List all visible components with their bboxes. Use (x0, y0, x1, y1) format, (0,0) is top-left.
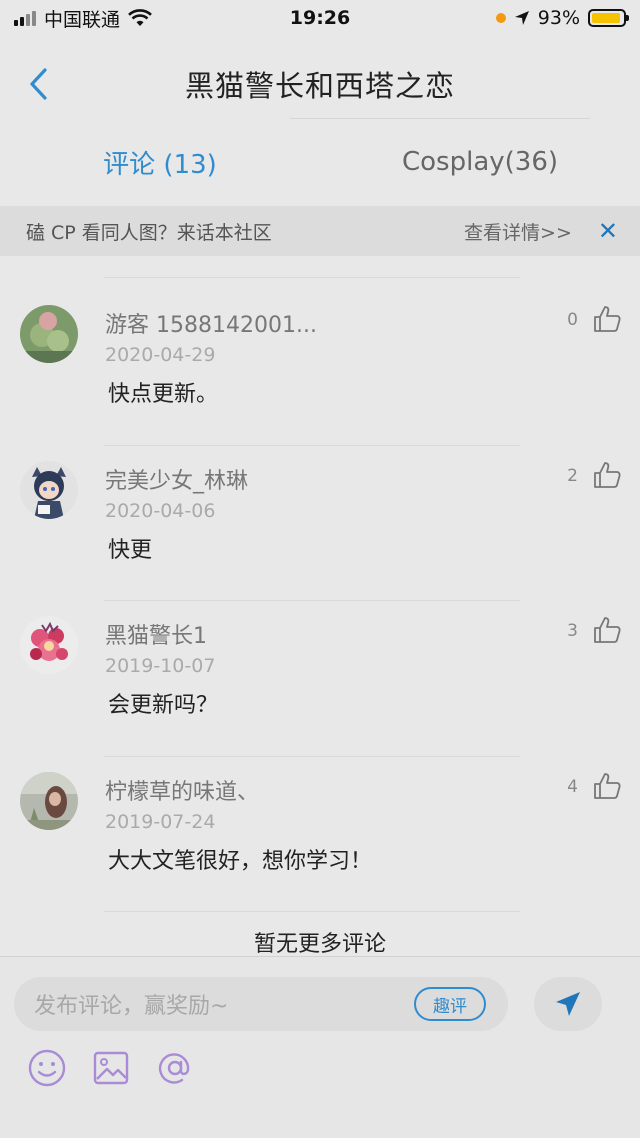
community-notice: 磕 CP 看同人图？来话本社区 查看详情>> ✕ (0, 206, 640, 256)
comment-item: 黑猫警长1 2019-10-07 会更新吗？ 3 (0, 601, 640, 757)
comment-item: 完美少女_林琳 2020-04-06 快更 2 (0, 446, 640, 601)
like-count: 2 (567, 465, 578, 486)
send-icon (556, 992, 580, 1016)
comment-date: 2020-04-06 (105, 499, 216, 522)
tab-bar: 评论 (13) Cosplay(36) (0, 130, 640, 194)
battery-icon (588, 9, 629, 27)
emoji-icon (28, 1049, 66, 1087)
recording-dot-icon (495, 13, 506, 23)
comment-item: 游客 1588142001... 2020-04-29 快点更新。 0 (0, 290, 640, 446)
like-count: 4 (567, 776, 578, 797)
comment-author[interactable]: 黑猫警长1 (105, 618, 207, 650)
comment-text: 大大文笔很好，想你学习！ (108, 848, 373, 874)
comment-text: 快更 (108, 537, 153, 563)
like-count: 0 (567, 310, 578, 330)
tab-comments[interactable]: 评论 (13) (0, 130, 320, 194)
comment-composer: 发布评论，赢奖励~ 趣评 (0, 956, 640, 1138)
carrier-label: 中国联通 (44, 8, 121, 31)
image-button[interactable] (90, 1047, 132, 1089)
nav-bar: 黑猫警长和西塔之恋 (0, 50, 640, 118)
comment-input[interactable]: 发布评论，赢奖励~ 趣评 (14, 977, 508, 1031)
signal-icon (14, 10, 36, 26)
thumbs-up-icon[interactable] (592, 771, 622, 801)
wifi-icon (128, 9, 152, 26)
divider (104, 911, 520, 912)
avatar[interactable] (20, 305, 78, 363)
composer-toolbar (26, 1047, 196, 1089)
avatar[interactable] (20, 771, 78, 830)
no-more-comments: 暂无更多评论 (253, 932, 386, 957)
notice-text: 磕 CP 看同人图？来话本社区 (26, 221, 272, 244)
close-icon[interactable]: ✕ (598, 217, 618, 245)
mention-button[interactable] (154, 1047, 196, 1089)
send-button[interactable] (534, 977, 602, 1031)
divider (104, 277, 520, 278)
thumbs-up-icon[interactable] (592, 460, 622, 490)
like-count: 3 (567, 621, 578, 641)
image-icon (93, 1051, 129, 1085)
thumbs-up-icon[interactable] (592, 304, 622, 334)
battery-fill (592, 13, 620, 23)
comment-input-placeholder: 发布评论，赢奖励~ (34, 994, 229, 1019)
comment-date: 2019-07-24 (105, 810, 216, 833)
comment-date: 2019-10-07 (105, 655, 216, 677)
nav-divider (290, 118, 590, 119)
battery-percent: 93% (537, 7, 580, 29)
back-chevron-icon (30, 68, 47, 100)
notice-details-link[interactable]: 查看详情>> (464, 218, 572, 245)
thumbs-up-icon[interactable] (592, 615, 622, 645)
tab-cosplay[interactable]: Cosplay(36) (320, 130, 640, 194)
comment-text: 会更新吗？ (108, 693, 219, 718)
at-icon (158, 1053, 190, 1084)
comment-author[interactable]: 完美少女_林琳 (105, 463, 248, 495)
comment-list: 游客 1588142001... 2020-04-29 快点更新。 0 完美少女… (0, 290, 640, 912)
fun-review-button[interactable]: 趣评 (414, 987, 486, 1021)
avatar[interactable] (20, 616, 78, 674)
emoji-button[interactable] (26, 1047, 68, 1089)
avatar[interactable] (20, 460, 78, 519)
comment-author[interactable]: 柠檬草的味道、 (105, 774, 259, 806)
page-title: 黑猫警长和西塔之恋 (184, 69, 455, 103)
comment-item: 柠檬草的味道、 2019-07-24 大大文笔很好，想你学习！ 4 (0, 757, 640, 912)
status-right: 93% (426, 7, 629, 29)
status-bar: 中国联通 19:26 93% (0, 0, 640, 36)
comment-date: 2020-04-29 (105, 344, 216, 366)
back-button[interactable] (22, 64, 54, 104)
status-time: 19:26 (289, 7, 351, 29)
comment-text: 快点更新。 (108, 382, 219, 407)
location-arrow-icon (514, 11, 529, 25)
comment-author[interactable]: 游客 1588142001... (105, 307, 317, 339)
